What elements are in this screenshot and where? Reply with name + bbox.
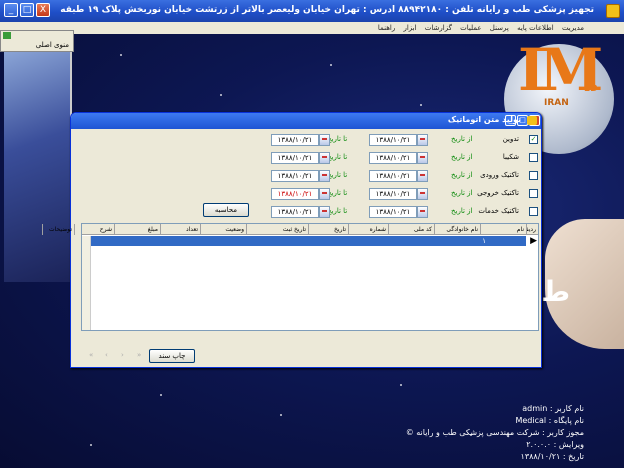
row-2-from-label: از تاریخ — [451, 171, 473, 179]
menu-item-admin[interactable]: مدیریت — [562, 24, 584, 32]
info-user: نام کاربر : admin — [522, 404, 584, 413]
nav-first-button[interactable]: « — [89, 351, 93, 359]
dialog-title-bar: _ □ X تولید متن اتوماتیک — [71, 113, 541, 129]
row-indicator-icon: ▶ — [530, 236, 537, 246]
calendar-icon[interactable] — [319, 134, 330, 146]
row-4-from-label: از تاریخ — [451, 207, 473, 215]
info-db: نام پایگاه : Medical — [515, 416, 584, 425]
calendar-icon[interactable] — [417, 170, 428, 182]
row-2-to-date[interactable]: ۱۳۸۸/۱۰/۲۱ — [271, 170, 319, 182]
brand-logo-iran: IRAN — [544, 98, 569, 108]
window-title-bar: _ □ X تجهیز پزشکی طب و رایانه تلفن : ۸۸۹… — [0, 0, 624, 22]
grid-col-header[interactable]: تاریخ — [308, 224, 348, 235]
grid-scrollbar[interactable] — [82, 236, 91, 330]
panel-icon — [3, 32, 11, 39]
calendar-icon[interactable] — [319, 170, 330, 182]
results-grid[interactable]: ردیفنامنام خانوادگیکد ملیشمارهتاریختاریخ… — [42, 223, 539, 331]
calendar-icon[interactable] — [319, 188, 330, 200]
grid-col-header[interactable]: شماره — [348, 224, 388, 235]
left-side-panel: منوی اصلی — [0, 30, 74, 52]
grid-col-header[interactable]: نام — [480, 224, 526, 235]
maximize-button[interactable]: □ — [20, 3, 34, 17]
row-4-to-date[interactable]: ۱۳۸۸/۱۰/۲۱ — [271, 206, 319, 218]
calendar-icon[interactable] — [417, 134, 428, 146]
row-2-checkbox[interactable] — [529, 171, 538, 180]
window-title: تجهیز پزشکی طب و رایانه تلفن : ۸۸۹۴۲۱۸۰ … — [58, 5, 594, 15]
row-2-label: تاکتیک ورودی — [480, 171, 519, 179]
calendar-icon[interactable] — [319, 152, 330, 164]
row-4-label: تاکتیک خدمات — [478, 207, 519, 215]
grid-cell: ۱ — [482, 237, 486, 245]
row-0-to-label: تا تاریخ — [327, 135, 348, 143]
grid-col-header[interactable]: تعداد — [160, 224, 200, 235]
row-3-from-label: از تاریخ — [451, 189, 473, 197]
row-2-to-label: تا تاریخ — [327, 171, 348, 179]
row-1-checkbox[interactable] — [529, 153, 538, 162]
grid-col-header[interactable]: توضیحات — [42, 224, 74, 235]
row-1-from-label: از تاریخ — [451, 153, 473, 161]
grid-col-header[interactable]: شرح — [74, 224, 114, 235]
info-version: ویرایش : ۲.۰.۰.۰ — [526, 440, 584, 449]
menu-item-operations[interactable]: عملیات — [460, 24, 481, 32]
grid-header: ردیفنامنام خانوادگیکد ملیشمارهتاریختاریخ… — [42, 224, 538, 235]
row-0-from-label: از تاریخ — [451, 135, 473, 143]
row-0-from-date[interactable]: ۱۳۸۸/۱۰/۲۱ — [369, 134, 417, 146]
row-1-label: شکیبا — [502, 153, 519, 161]
calendar-icon[interactable] — [417, 188, 428, 200]
brand-logo-ed: ED — [584, 84, 598, 94]
row-0-to-date[interactable]: ۱۳۸۸/۱۰/۲۱ — [271, 134, 319, 146]
row-2-from-date[interactable]: ۱۳۸۸/۱۰/۲۱ — [369, 170, 417, 182]
info-licensee: مجوز کاربر : شرکت مهندسی پزشکی طب و رایا… — [405, 428, 584, 437]
row-3-to-label: تا تاریخ — [327, 189, 348, 197]
minimize-button[interactable]: _ — [4, 3, 18, 17]
left-panel-label[interactable]: منوی اصلی — [36, 41, 69, 49]
menu-item-tools[interactable]: ابزار — [403, 24, 416, 32]
calendar-icon[interactable] — [319, 206, 330, 218]
row-0-label: تدوین — [502, 135, 519, 143]
grid-col-header[interactable]: مبلغ — [114, 224, 160, 235]
calendar-icon[interactable] — [417, 206, 428, 218]
dialog-icon — [527, 116, 537, 125]
left-side-image — [4, 52, 72, 282]
grid-col-header[interactable]: کد ملی — [388, 224, 434, 235]
auto-text-dialog: _ □ X تولید متن اتوماتیک ✓ تدوین از تاری… — [42, 112, 542, 368]
row-3-label: تاکتیک خروجی — [477, 189, 519, 197]
menu-bar: مدیریت اطلاعات پایه پرسنل عملیات گزارشات… — [0, 22, 624, 34]
grid-col-header[interactable]: وضعیت — [200, 224, 246, 235]
row-1-from-date[interactable]: ۱۳۸۸/۱۰/۲۱ — [369, 152, 417, 164]
info-date: تاریخ : ۱۳۸۸/۱۰/۲۱ — [520, 452, 584, 461]
row-4-to-label: تا تاریخ — [327, 207, 348, 215]
grid-col-header[interactable]: تاریخ ثبت — [246, 224, 308, 235]
row-0-checkbox[interactable]: ✓ — [529, 135, 538, 144]
nav-prev-button[interactable]: ‹ — [105, 351, 108, 359]
close-button[interactable]: X — [36, 3, 50, 17]
row-1-to-date[interactable]: ۱۳۸۸/۱۰/۲۱ — [271, 152, 319, 164]
calendar-icon[interactable] — [417, 152, 428, 164]
row-4-from-date[interactable]: ۱۳۸۸/۱۰/۲۱ — [369, 206, 417, 218]
calculate-button[interactable]: محاسبه — [203, 203, 249, 217]
brand-letter: ط — [541, 275, 571, 308]
grid-selected-row[interactable]: ۱ — [82, 236, 526, 246]
grid-col-header[interactable]: ردیف — [526, 224, 538, 235]
row-3-from-date[interactable]: ۱۳۸۸/۱۰/۲۱ — [369, 188, 417, 200]
grid-col-header[interactable]: نام خانوادگی — [434, 224, 480, 235]
nav-last-button[interactable]: » — [137, 351, 141, 359]
menu-item-reports[interactable]: گزارشات — [425, 24, 452, 32]
row-4-checkbox[interactable] — [529, 207, 538, 216]
menu-item-help[interactable]: راهنما — [378, 24, 395, 32]
row-3-to-date[interactable]: ۱۳۸۸/۱۰/۲۱ — [271, 188, 319, 200]
menu-item-staff[interactable]: پرسنل — [490, 24, 509, 32]
row-3-checkbox[interactable] — [529, 189, 538, 198]
print-document-button[interactable]: چاپ سند — [149, 349, 195, 363]
menu-item-base-info[interactable]: اطلاعات پایه — [517, 24, 554, 32]
row-1-to-label: تا تاریخ — [327, 153, 348, 161]
nav-next-button[interactable]: › — [121, 351, 124, 359]
dialog-title: تولید متن اتوماتیک — [447, 115, 521, 124]
app-icon — [606, 4, 620, 18]
